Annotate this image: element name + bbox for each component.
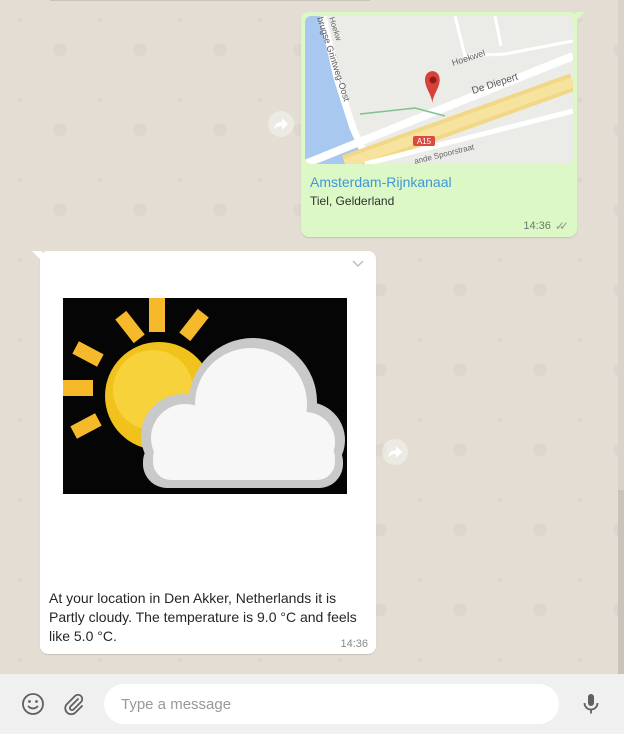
chevron-down-icon[interactable] — [348, 257, 368, 273]
chat-scrollbar[interactable] — [618, 0, 624, 674]
previous-message-edge — [50, 0, 370, 1]
composer-bar — [0, 674, 624, 734]
double-check-icon: ✓✓ — [554, 219, 569, 233]
location-subtitle: Tiel, Gelderland — [310, 194, 395, 208]
map-label-a15: A15 — [417, 137, 432, 146]
paperclip-icon[interactable] — [61, 691, 87, 717]
weather-caption: At your location in Den Akker, Netherlan… — [49, 590, 357, 644]
chat-panel[interactable]: A15 Hoekwel De Diepert brugse Grintweg-O… — [0, 0, 618, 674]
location-message-bubble[interactable]: A15 Hoekwel De Diepert brugse Grintweg-O… — [301, 12, 585, 237]
microphone-icon[interactable] — [578, 691, 604, 717]
smiley-icon[interactable] — [20, 691, 46, 717]
forward-icon[interactable] — [382, 439, 408, 465]
weather-message-bubble[interactable]: At your location in Den Akker, Netherlan… — [32, 251, 376, 654]
message-meta: 14:36 ✓✓ — [523, 219, 569, 233]
forward-icon[interactable] — [268, 111, 294, 137]
message-input[interactable] — [104, 684, 559, 724]
message-time: 14:36 — [523, 220, 551, 232]
location-name-link[interactable]: Amsterdam-Rijnkanaal — [310, 174, 452, 190]
location-map[interactable]: A15 Hoekwel De Diepert brugse Grintweg-O… — [305, 16, 573, 164]
partly-cloudy-icon — [63, 298, 347, 494]
weather-image[interactable] — [63, 298, 347, 494]
scrollbar-thumb[interactable] — [618, 490, 624, 674]
message-time: 14:36 — [340, 638, 368, 650]
